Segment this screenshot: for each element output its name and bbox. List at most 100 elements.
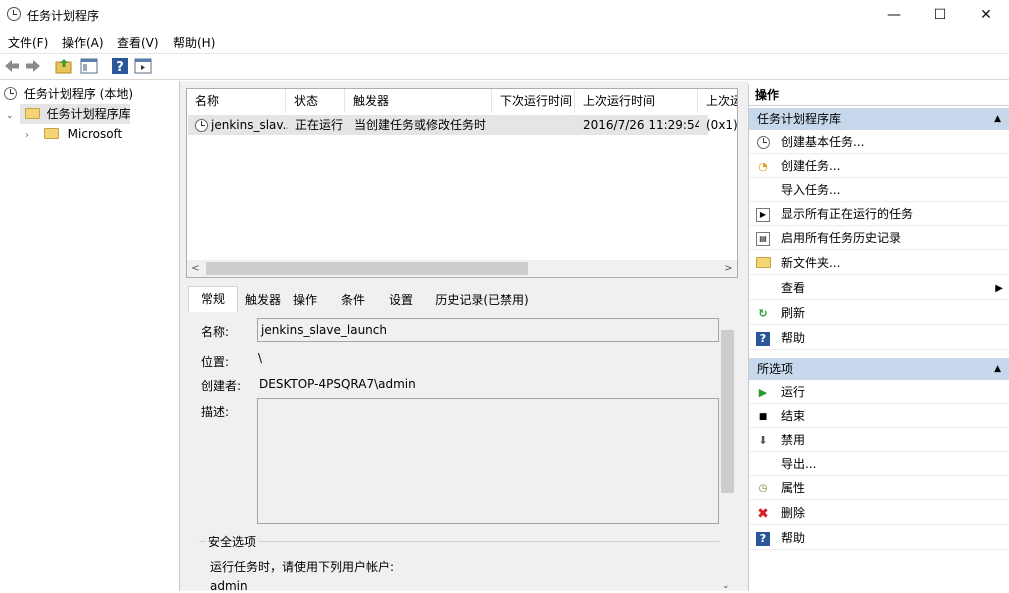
delete-icon: ✖ <box>757 506 769 522</box>
menu-view[interactable]: 查看(V) <box>117 34 159 51</box>
task-last-run-cell[interactable]: 2016/7/26 11:29:54 <box>583 115 699 135</box>
action-label: 新文件夹... <box>781 256 841 270</box>
section-header-selected-item[interactable]: 所选项 ▲ <box>749 358 1009 380</box>
menu-bar: 文件(F) 操作(A) 查看(V) 帮助(H) <box>0 30 1009 52</box>
action-label: 属性 <box>781 481 806 495</box>
author-label: 创建者: <box>201 379 242 393</box>
action-run[interactable]: ▶ 运行 <box>749 381 1009 404</box>
task-next-run-cell[interactable] <box>500 115 575 135</box>
tab-general[interactable]: 常规 <box>188 286 238 312</box>
column-header-next-run[interactable]: 下次运行时间 <box>492 89 575 113</box>
action-label: 创建任务... <box>781 159 841 173</box>
action-delete[interactable]: ✖ 删除 <box>749 502 1009 525</box>
tab-history[interactable]: 历史记录(已禁用) <box>432 288 532 312</box>
name-field[interactable]: jenkins_slave_launch <box>257 318 719 342</box>
center-top-gap <box>186 81 738 88</box>
action-create-basic-task[interactable]: 创建基本任务... <box>749 131 1009 154</box>
action-end[interactable]: ■ 结束 <box>749 405 1009 428</box>
collapse-caret-icon[interactable]: ▲ <box>994 108 1001 130</box>
console-tree: 任务计划程序 (本地) ⌄ 任务计划程序库 › Microsoft <box>0 81 180 591</box>
create-basic-task-icon <box>756 136 770 150</box>
menu-file[interactable]: 文件(F) <box>8 34 48 51</box>
action-import-task[interactable]: 导入任务... <box>749 179 1009 202</box>
collapse-caret-icon[interactable]: ▲ <box>994 358 1001 380</box>
task-list: 名称 状态 触发器 下次运行时间 上次运行时间 上次运 jenkins_slav… <box>186 88 738 278</box>
task-status-cell[interactable]: 正在运行 <box>295 115 347 135</box>
action-view[interactable]: 查看 ▶ <box>749 277 1009 300</box>
action-properties[interactable]: ◷ 属性 <box>749 477 1009 500</box>
maximize-button[interactable]: ☐ <box>917 0 963 30</box>
tab-triggers[interactable]: 触发器 <box>240 288 286 312</box>
chevron-down-icon[interactable]: ⌄ <box>6 107 16 125</box>
task-last-result-cell[interactable]: (0x1) <box>706 115 738 135</box>
detail-tabs: 常规 触发器 操作 条件 设置 历史记录(已禁用) <box>186 284 738 312</box>
right-splitter[interactable] <box>738 81 748 591</box>
forward-arrow-icon[interactable] <box>24 57 42 75</box>
security-options-title: 安全选项 <box>206 533 259 550</box>
action-enable-history[interactable]: ▤ 启用所有任务历史记录 <box>749 227 1009 250</box>
task-trigger-cell[interactable]: 当创建任务或修改任务时 <box>354 115 494 135</box>
run-as-label: 运行任务时，请使用下列用户帐户: <box>210 560 395 574</box>
close-button[interactable]: ✕ <box>963 0 1009 30</box>
disable-icon: ⬇ <box>758 434 768 447</box>
section-title-selected-item: 所选项 <box>757 362 794 376</box>
toolbar: ? <box>0 53 1009 80</box>
action-label: 导出... <box>781 457 817 471</box>
tab-actions[interactable]: 操作 <box>288 288 322 312</box>
detail-vertical-scrollbar[interactable]: ⌄ <box>719 318 736 591</box>
action-refresh[interactable]: ↻ 刷新 <box>749 302 1009 325</box>
tab-settings[interactable]: 设置 <box>384 288 418 312</box>
action-disable[interactable]: ⬇ 禁用 <box>749 429 1009 452</box>
column-header-name[interactable]: 名称 <box>187 89 286 113</box>
action-help-selected[interactable]: ? 帮助 <box>749 527 1009 550</box>
menu-action[interactable]: 操作(A) <box>62 34 104 51</box>
folder-icon <box>43 128 59 139</box>
task-library-folder-icon <box>24 108 40 119</box>
column-header-last-result[interactable]: 上次运 <box>698 89 737 113</box>
scroll-right-arrow-icon[interactable]: > <box>720 260 737 277</box>
action-create-task[interactable]: ◔ 创建任务... <box>749 155 1009 178</box>
tree-root-label: 任务计划程序 (本地) <box>23 87 134 101</box>
folder-icon <box>756 257 771 271</box>
action-new-folder[interactable]: 新文件夹... <box>749 252 1009 275</box>
scroll-down-arrow-icon[interactable]: ⌄ <box>722 581 730 591</box>
help-icon: ? <box>756 532 770 546</box>
horizontal-scrollbar[interactable]: < > <box>187 260 737 277</box>
location-value: \ <box>258 351 263 365</box>
description-field[interactable] <box>257 398 719 524</box>
action-display-running-tasks[interactable]: ▶ 显示所有正在运行的任务 <box>749 203 1009 226</box>
help-icon: ? <box>756 332 770 346</box>
chevron-right-icon[interactable]: › <box>25 127 35 145</box>
tree-root-local[interactable]: 任务计划程序 (本地) <box>4 85 133 103</box>
horizontal-scroll-thumb[interactable] <box>206 262 528 275</box>
action-label: 创建基本任务... <box>781 135 865 149</box>
action-label: 禁用 <box>781 433 806 447</box>
column-header-last-run[interactable]: 上次运行时间 <box>575 89 698 113</box>
show-hide-console-tree-icon[interactable] <box>80 57 98 75</box>
action-label: 结束 <box>781 409 806 423</box>
back-arrow-icon[interactable] <box>3 57 21 75</box>
up-folder-icon[interactable] <box>55 57 73 75</box>
column-header-trigger[interactable]: 触发器 <box>345 89 492 113</box>
running-tasks-icon: ▶ <box>756 208 770 222</box>
refresh-icon: ↻ <box>758 307 768 320</box>
minimize-button[interactable]: — <box>871 0 917 30</box>
tree-microsoft-label: Microsoft <box>67 127 123 141</box>
help-icon[interactable]: ? <box>111 57 129 75</box>
action-label: 显示所有正在运行的任务 <box>781 207 914 221</box>
tab-conditions[interactable]: 条件 <box>336 288 370 312</box>
vertical-scroll-thumb[interactable] <box>721 330 734 493</box>
task-name-cell[interactable]: jenkins_slav... <box>211 115 288 135</box>
column-header-status[interactable]: 状态 <box>286 89 345 113</box>
menu-help[interactable]: 帮助(H) <box>173 34 215 51</box>
history-icon: ▤ <box>756 232 770 246</box>
description-label: 描述: <box>201 405 230 419</box>
tree-item-library[interactable]: ⌄ 任务计划程序库 <box>6 105 131 123</box>
action-export[interactable]: 导出... <box>749 453 1009 476</box>
name-label: 名称: <box>201 325 230 339</box>
scroll-left-arrow-icon[interactable]: < <box>187 260 204 277</box>
tree-item-microsoft[interactable]: › Microsoft <box>25 125 122 143</box>
section-header-task-library[interactable]: 任务计划程序库 ▲ <box>749 108 1009 130</box>
action-help-library[interactable]: ? 帮助 <box>749 327 1009 350</box>
show-hide-action-pane-icon[interactable] <box>134 57 152 75</box>
